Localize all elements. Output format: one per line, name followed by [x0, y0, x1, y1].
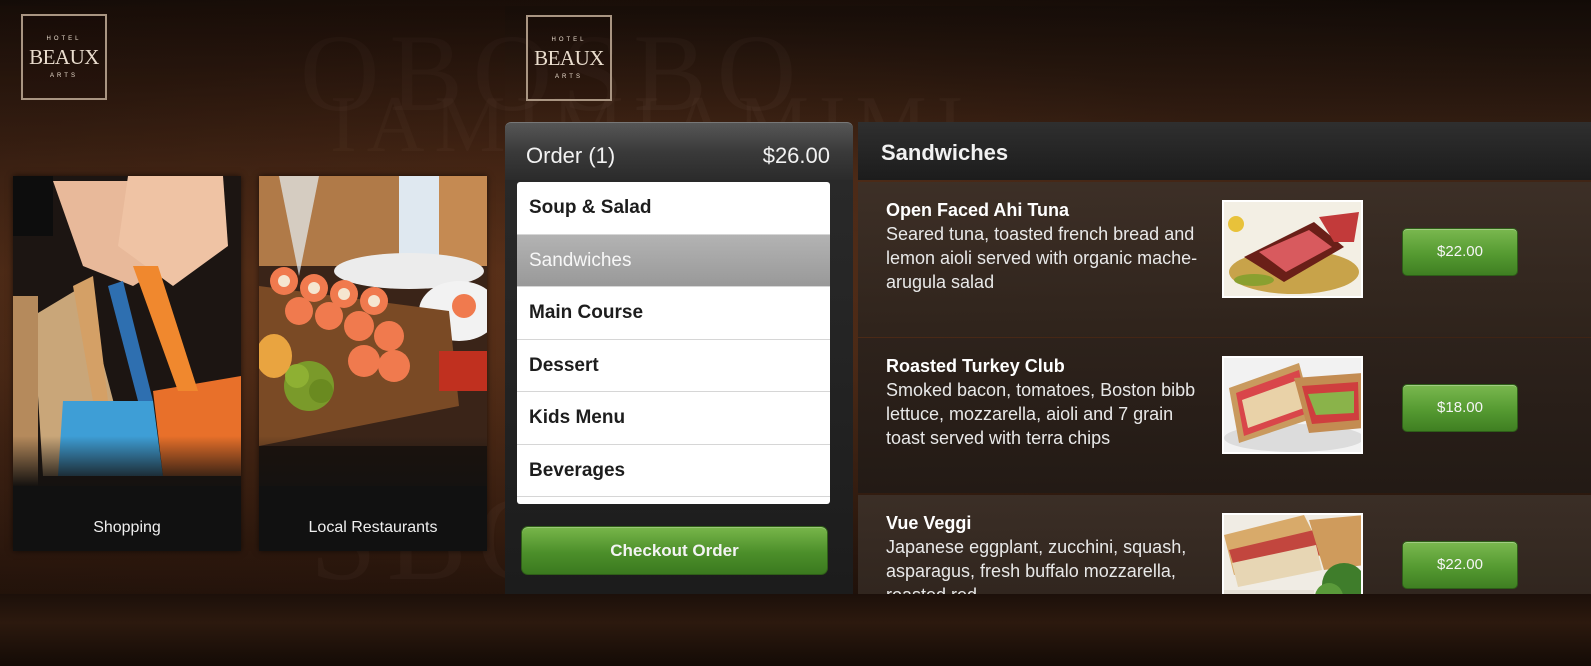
logo-bottom-text: ARTS: [50, 72, 78, 79]
menu-item-text: Roasted Turkey Club Smoked bacon, tomato…: [886, 354, 1206, 450]
menu-item[interactable]: Roasted Turkey Club Smoked bacon, tomato…: [858, 338, 1591, 493]
section-header: Sandwiches: [858, 122, 1591, 180]
add-item-price-button[interactable]: $22.00: [1402, 228, 1518, 276]
menu-item-text: Open Faced Ahi Tuna Seared tuna, toasted…: [886, 198, 1206, 294]
menu-item-name: Vue Veggi: [886, 513, 972, 533]
menu-items-area: Sandwiches Open Faced Ahi Tuna Seared tu…: [858, 122, 1591, 594]
logo-bottom-text: ARTS: [555, 73, 583, 80]
tile-shopping[interactable]: Shopping: [13, 176, 241, 551]
shopping-bags-photo: [13, 176, 241, 486]
hotel-logo: HOTEL BEAUX ARTS: [526, 15, 612, 101]
category-dessert[interactable]: Dessert: [517, 340, 830, 392]
category-list: Soup & Salad Sandwiches Main Course Dess…: [517, 182, 830, 504]
order-panel: Order (1) $26.00 Soup & Salad Sandwiches…: [505, 122, 853, 594]
add-item-price-button[interactable]: $18.00: [1402, 384, 1518, 432]
hotel-logo: HOTEL BEAUX ARTS: [21, 14, 107, 100]
order-title: Order (1): [526, 143, 616, 168]
sushi-platter-photo: [259, 176, 487, 486]
menu-item-name: Open Faced Ahi Tuna: [886, 200, 1070, 220]
logo-top-text: HOTEL: [46, 35, 82, 42]
category-main-course[interactable]: Main Course: [517, 287, 830, 340]
logo-top-text: HOTEL: [551, 36, 587, 43]
order-total: $26.00: [762, 143, 830, 168]
tile-label: Shopping: [93, 519, 161, 536]
menu-item[interactable]: Open Faced Ahi Tuna Seared tuna, toasted…: [858, 182, 1591, 337]
category-kids-menu[interactable]: Kids Menu: [517, 392, 830, 445]
menu-item-text: Vue Veggi Japanese eggplant, zucchini, s…: [886, 511, 1206, 594]
add-item-price-button[interactable]: $22.00: [1402, 541, 1518, 589]
checkout-order-button[interactable]: Checkout Order: [521, 526, 828, 575]
menu-item-description: Smoked bacon, tomatoes, Boston bibb lett…: [886, 380, 1196, 448]
menu-item-name: Roasted Turkey Club: [886, 356, 1065, 376]
menu-item-description: Japanese eggplant, zucchini, squash, asp…: [886, 537, 1187, 594]
category-soup-salad[interactable]: Soup & Salad: [517, 182, 830, 235]
menu-item[interactable]: Vue Veggi Japanese eggplant, zucchini, s…: [858, 495, 1591, 594]
ahi-tuna-photo[interactable]: [1222, 200, 1363, 298]
tile-label: Local Restaurants: [308, 519, 438, 536]
order-header: Order (1) $26.00: [505, 122, 853, 180]
section-title: Sandwiches: [881, 140, 1009, 165]
category-beverages[interactable]: Beverages: [517, 445, 830, 497]
logo-name: BEAUX: [29, 44, 99, 69]
category-sandwiches[interactable]: Sandwiches: [517, 234, 830, 287]
veggie-sandwich-photo[interactable]: [1222, 513, 1363, 594]
menu-item-description: Seared tuna, toasted french bread and le…: [886, 224, 1198, 292]
tile-local-restaurants[interactable]: Local Restaurants: [259, 176, 487, 551]
bottom-strip: [0, 594, 1591, 666]
turkey-club-photo[interactable]: [1222, 356, 1363, 454]
logo-name: BEAUX: [534, 45, 604, 70]
